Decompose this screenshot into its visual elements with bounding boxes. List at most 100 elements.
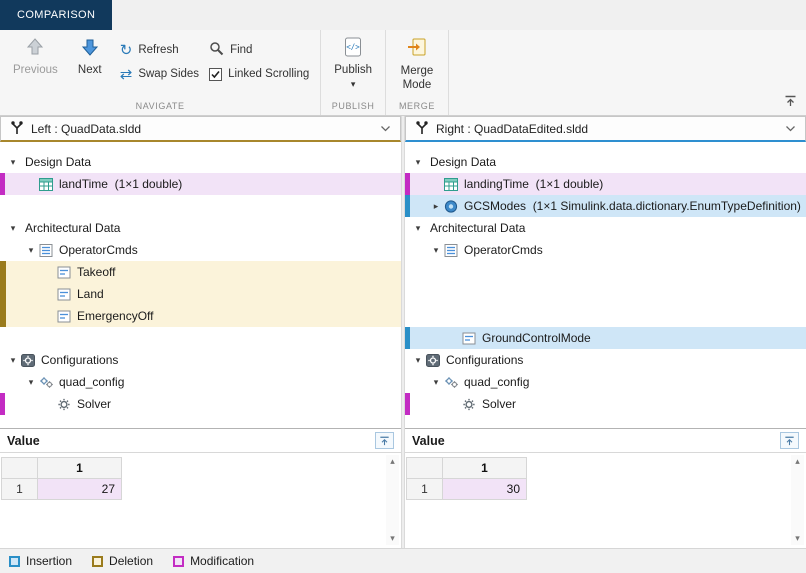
tree-node-label: OperatorCmds	[464, 243, 543, 257]
tree-node[interactable]: Solver	[405, 393, 806, 415]
chevron-down-icon[interactable]	[380, 125, 391, 132]
column-header[interactable]: 1	[442, 457, 527, 479]
branch-compare-icon	[10, 120, 24, 138]
find-button[interactable]: Find	[204, 39, 314, 61]
publish-icon: </>	[342, 37, 364, 60]
collapse-arrow-icon[interactable]: ▾	[411, 355, 425, 366]
tree-node[interactable]: ▾ Configurations	[405, 349, 806, 371]
legend-bar: Insertion Deletion Modification	[0, 548, 806, 573]
table-corner	[406, 457, 443, 479]
chevron-down-icon[interactable]	[785, 125, 796, 132]
tree-node[interactable]: ▾ quad_config	[0, 371, 401, 393]
value-cell[interactable]: 27	[37, 478, 122, 500]
collapse-arrow-icon[interactable]: ▾	[411, 157, 425, 168]
tab-comparison[interactable]: COMPARISON	[0, 0, 113, 30]
tree-node[interactable]: ▸ GCSModes (1×1 Simulink.data.dictionary.…	[405, 195, 806, 217]
column-header[interactable]: 1	[37, 457, 122, 479]
linked-scrolling-toggle[interactable]: Linked Scrolling	[204, 63, 314, 85]
vertical-scrollbar[interactable]: ▴ ▾	[791, 455, 804, 545]
value-table: 1 1 30	[406, 457, 527, 500]
row-header[interactable]: 1	[406, 478, 443, 500]
publish-button[interactable]: </> Publish ▾	[327, 30, 379, 89]
tree-node[interactable]: Solver	[0, 393, 401, 415]
table-icon	[38, 177, 54, 191]
group-label-merge: MERGE	[398, 101, 435, 111]
tree-node[interactable]: ▾ Design Data	[0, 151, 401, 173]
tree-node[interactable]: GroundControlMode	[405, 327, 806, 349]
vertical-scrollbar[interactable]: ▴ ▾	[386, 455, 399, 545]
group-label-publish: PUBLISH	[331, 101, 375, 111]
merge-mode-button[interactable]: Merge Mode	[392, 30, 442, 93]
tree-node[interactable]: ▾ OperatorCmds	[0, 239, 401, 261]
collapse-pane-icon[interactable]	[780, 432, 799, 449]
tree-node[interactable]: ▾ Design Data	[405, 151, 806, 173]
tree-node-label: quad_config	[464, 375, 530, 389]
tree-node[interactable]: landTime (1×1 double)	[0, 173, 401, 195]
collapse-arrow-icon[interactable]: ▾	[411, 223, 425, 234]
collapse-arrow-icon[interactable]: ▾	[6, 157, 20, 168]
checkbox-checked-icon[interactable]	[209, 67, 223, 81]
expand-arrow-icon[interactable]: ▸	[429, 201, 443, 212]
tree-node-label: Takeoff	[77, 265, 116, 279]
tree-node-label: OperatorCmds	[59, 243, 138, 257]
left-panel: Left : QuadData.sldd ▾ Design Data landTim…	[0, 116, 401, 548]
collapse-arrow-icon[interactable]: ▾	[429, 377, 443, 388]
left-tree: ▾ Design Data landTime (1×1 double) ▾ Archit…	[0, 142, 401, 428]
tree-node[interactable]: ▾ OperatorCmds	[405, 239, 806, 261]
tree-node-label: landTime (1×1 double)	[59, 177, 183, 191]
config-icon	[425, 353, 441, 367]
tree-node-label: GroundControlMode	[482, 331, 591, 345]
merge-mode-icon	[406, 37, 428, 60]
next-button[interactable]: Next	[65, 30, 115, 76]
right-value-header: Value	[405, 429, 806, 453]
right-tree: ▾ Design Data landingTime (1×1 double) ▸ GCS…	[405, 142, 806, 428]
collapse-arrow-icon[interactable]: ▾	[24, 245, 38, 256]
refresh-button[interactable]: ↻ Refresh	[115, 39, 204, 61]
scroll-up-icon[interactable]: ▴	[795, 455, 800, 468]
scroll-down-icon[interactable]: ▾	[390, 532, 395, 545]
toolstrip: Previous Next ↻ Refresh ⇄ Swap Sides Fin…	[0, 30, 806, 116]
scroll-up-icon[interactable]: ▴	[390, 455, 395, 468]
tree-node-label: Architectural Data	[25, 221, 121, 235]
tree-node[interactable]: EmergencyOff	[0, 305, 401, 327]
tree-node[interactable]: ▾ Configurations	[0, 349, 401, 371]
tree-node-label: Design Data	[25, 155, 92, 169]
scroll-down-icon[interactable]: ▾	[795, 532, 800, 545]
tree-node[interactable]: Takeoff	[0, 261, 401, 283]
collapse-arrow-icon[interactable]: ▾	[429, 245, 443, 256]
row-header[interactable]: 1	[1, 478, 38, 500]
collapse-arrow-icon[interactable]: ▾	[6, 223, 20, 234]
tree-node-label: GCSModes (1×1 Simulink.data.dictionary.E…	[464, 199, 801, 213]
right-value-panel: Value 1 1 30 ▴ ▾	[405, 428, 806, 548]
toolgroup-publish: </> Publish ▾ PUBLISH	[321, 30, 386, 115]
enum-icon	[443, 199, 459, 213]
tree-node[interactable]: ▾ Architectural Data	[0, 217, 401, 239]
field-icon	[461, 331, 477, 345]
legend-modification: Modification	[173, 554, 254, 568]
comparison-panels: Left : QuadData.sldd ▾ Design Data landTim…	[0, 116, 806, 548]
toolgroup-navigate: Previous Next ↻ Refresh ⇄ Swap Sides Fin…	[0, 30, 322, 115]
tree-node[interactable]: ▾ quad_config	[405, 371, 806, 393]
tree-node[interactable]: ▾ Architectural Data	[405, 217, 806, 239]
left-value-body: 1 1 27 ▴ ▾	[0, 453, 401, 548]
deletion-swatch-icon	[92, 555, 104, 567]
tree-node[interactable]: Land	[0, 283, 401, 305]
table-icon	[443, 177, 459, 191]
tree-node-label: EmergencyOff	[77, 309, 154, 323]
collapse-arrow-icon[interactable]: ▾	[24, 377, 38, 388]
value-cell[interactable]: 30	[442, 478, 527, 500]
tree-node-label: Solver	[482, 397, 517, 411]
collapse-arrow-icon[interactable]: ▾	[6, 355, 20, 366]
collapse-pane-icon[interactable]	[375, 432, 394, 449]
collapse-toolstrip-icon[interactable]	[782, 94, 798, 108]
tree-node[interactable]: landingTime (1×1 double)	[405, 173, 806, 195]
comparison-window: COMPARISON Previous Next ↻ Refresh ⇄ Swa…	[0, 0, 806, 573]
tree-node-label: landingTime (1×1 double)	[464, 177, 604, 191]
legend-insertion: Insertion	[9, 554, 72, 568]
gears-icon	[38, 375, 54, 389]
swap-sides-button[interactable]: ⇄ Swap Sides	[115, 63, 204, 85]
modification-swatch-icon	[173, 555, 185, 567]
previous-button[interactable]: Previous	[6, 30, 65, 76]
